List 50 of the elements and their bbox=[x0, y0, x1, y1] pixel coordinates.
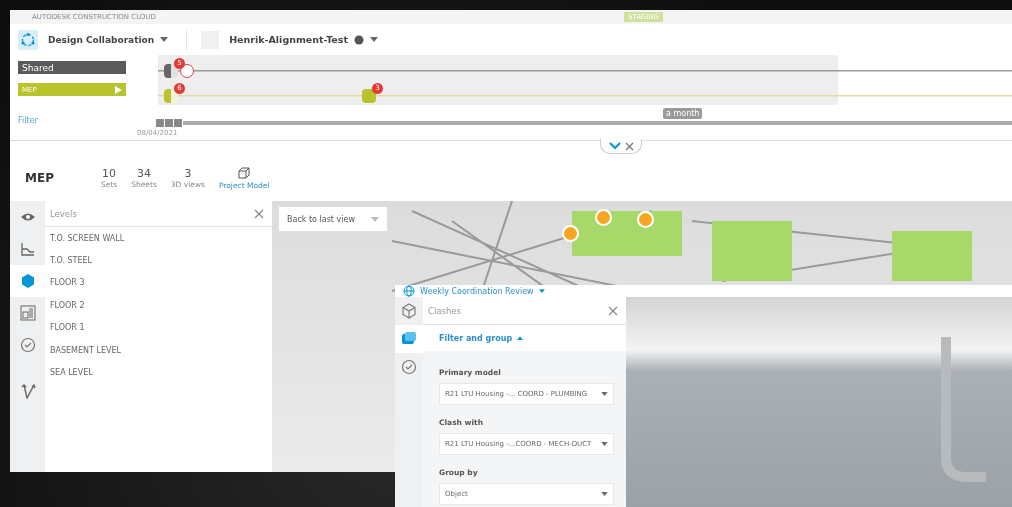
range-tooltip: a month bbox=[663, 108, 703, 119]
caret-icon bbox=[370, 216, 379, 222]
caret-icon bbox=[601, 442, 608, 446]
chevron-down-icon[interactable] bbox=[608, 142, 621, 150]
issue-pin-icon[interactable] bbox=[562, 225, 579, 242]
model-viewport[interactable] bbox=[626, 297, 1012, 507]
panel-title: Levels bbox=[50, 208, 77, 219]
stat-value: 10 bbox=[102, 167, 117, 180]
stat-value: 3 bbox=[184, 167, 192, 180]
review-dropdown[interactable]: Weekly Coordination Review bbox=[418, 286, 547, 296]
cube-icon bbox=[238, 166, 251, 179]
level-item[interactable]: FLOOR 2 bbox=[45, 294, 272, 317]
filter-group-toggle[interactable]: Filter and group bbox=[423, 325, 626, 351]
sheet-icon bbox=[19, 241, 36, 257]
caret-icon bbox=[517, 336, 524, 340]
caret-icon bbox=[160, 37, 169, 42]
close-icon[interactable] bbox=[254, 208, 264, 219]
arrows-icon bbox=[19, 383, 36, 399]
rail-tab[interactable] bbox=[10, 265, 45, 297]
check-circle-icon bbox=[401, 359, 417, 375]
level-item[interactable]: T.O. SCREEN WALL bbox=[45, 227, 272, 250]
levels-icon bbox=[19, 273, 36, 289]
set-title: MEP bbox=[25, 171, 55, 185]
version-marker[interactable] bbox=[164, 88, 178, 103]
package-tab[interactable]: Shared bbox=[18, 61, 126, 74]
close-icon[interactable] bbox=[608, 305, 618, 316]
level-item[interactable]: FLOOR 1 bbox=[45, 316, 272, 339]
module-icon[interactable] bbox=[18, 29, 38, 50]
current-version-icon[interactable] bbox=[180, 63, 194, 78]
cube-icon bbox=[401, 303, 417, 319]
view-dropdown[interactable]: Back to last view bbox=[279, 207, 387, 231]
module-dropdown[interactable]: Design Collaboration bbox=[44, 34, 173, 45]
caret-icon bbox=[601, 392, 608, 396]
caret-icon bbox=[538, 289, 545, 293]
close-icon[interactable] bbox=[624, 141, 634, 151]
play-icon bbox=[115, 85, 122, 94]
stat-value: 34 bbox=[137, 167, 152, 180]
check-circle-icon bbox=[19, 337, 36, 353]
level-item[interactable]: SEA LEVEL bbox=[45, 361, 272, 384]
caret-icon bbox=[370, 37, 378, 42]
caret-icon bbox=[601, 492, 608, 496]
version-marker[interactable] bbox=[362, 88, 376, 103]
level-item[interactable]: FLOOR 3 bbox=[45, 271, 272, 295]
panel-title: Clashes bbox=[428, 305, 461, 316]
clashes-icon bbox=[401, 331, 417, 347]
level-item[interactable]: BASEMENT LEVEL bbox=[45, 338, 272, 362]
floor-plan-icon bbox=[19, 305, 36, 321]
version-marker[interactable] bbox=[164, 63, 178, 78]
project-dropdown[interactable]: Henrik-Alignment-Test bbox=[225, 34, 382, 45]
level-item[interactable]: T.O. STEEL bbox=[45, 249, 272, 272]
